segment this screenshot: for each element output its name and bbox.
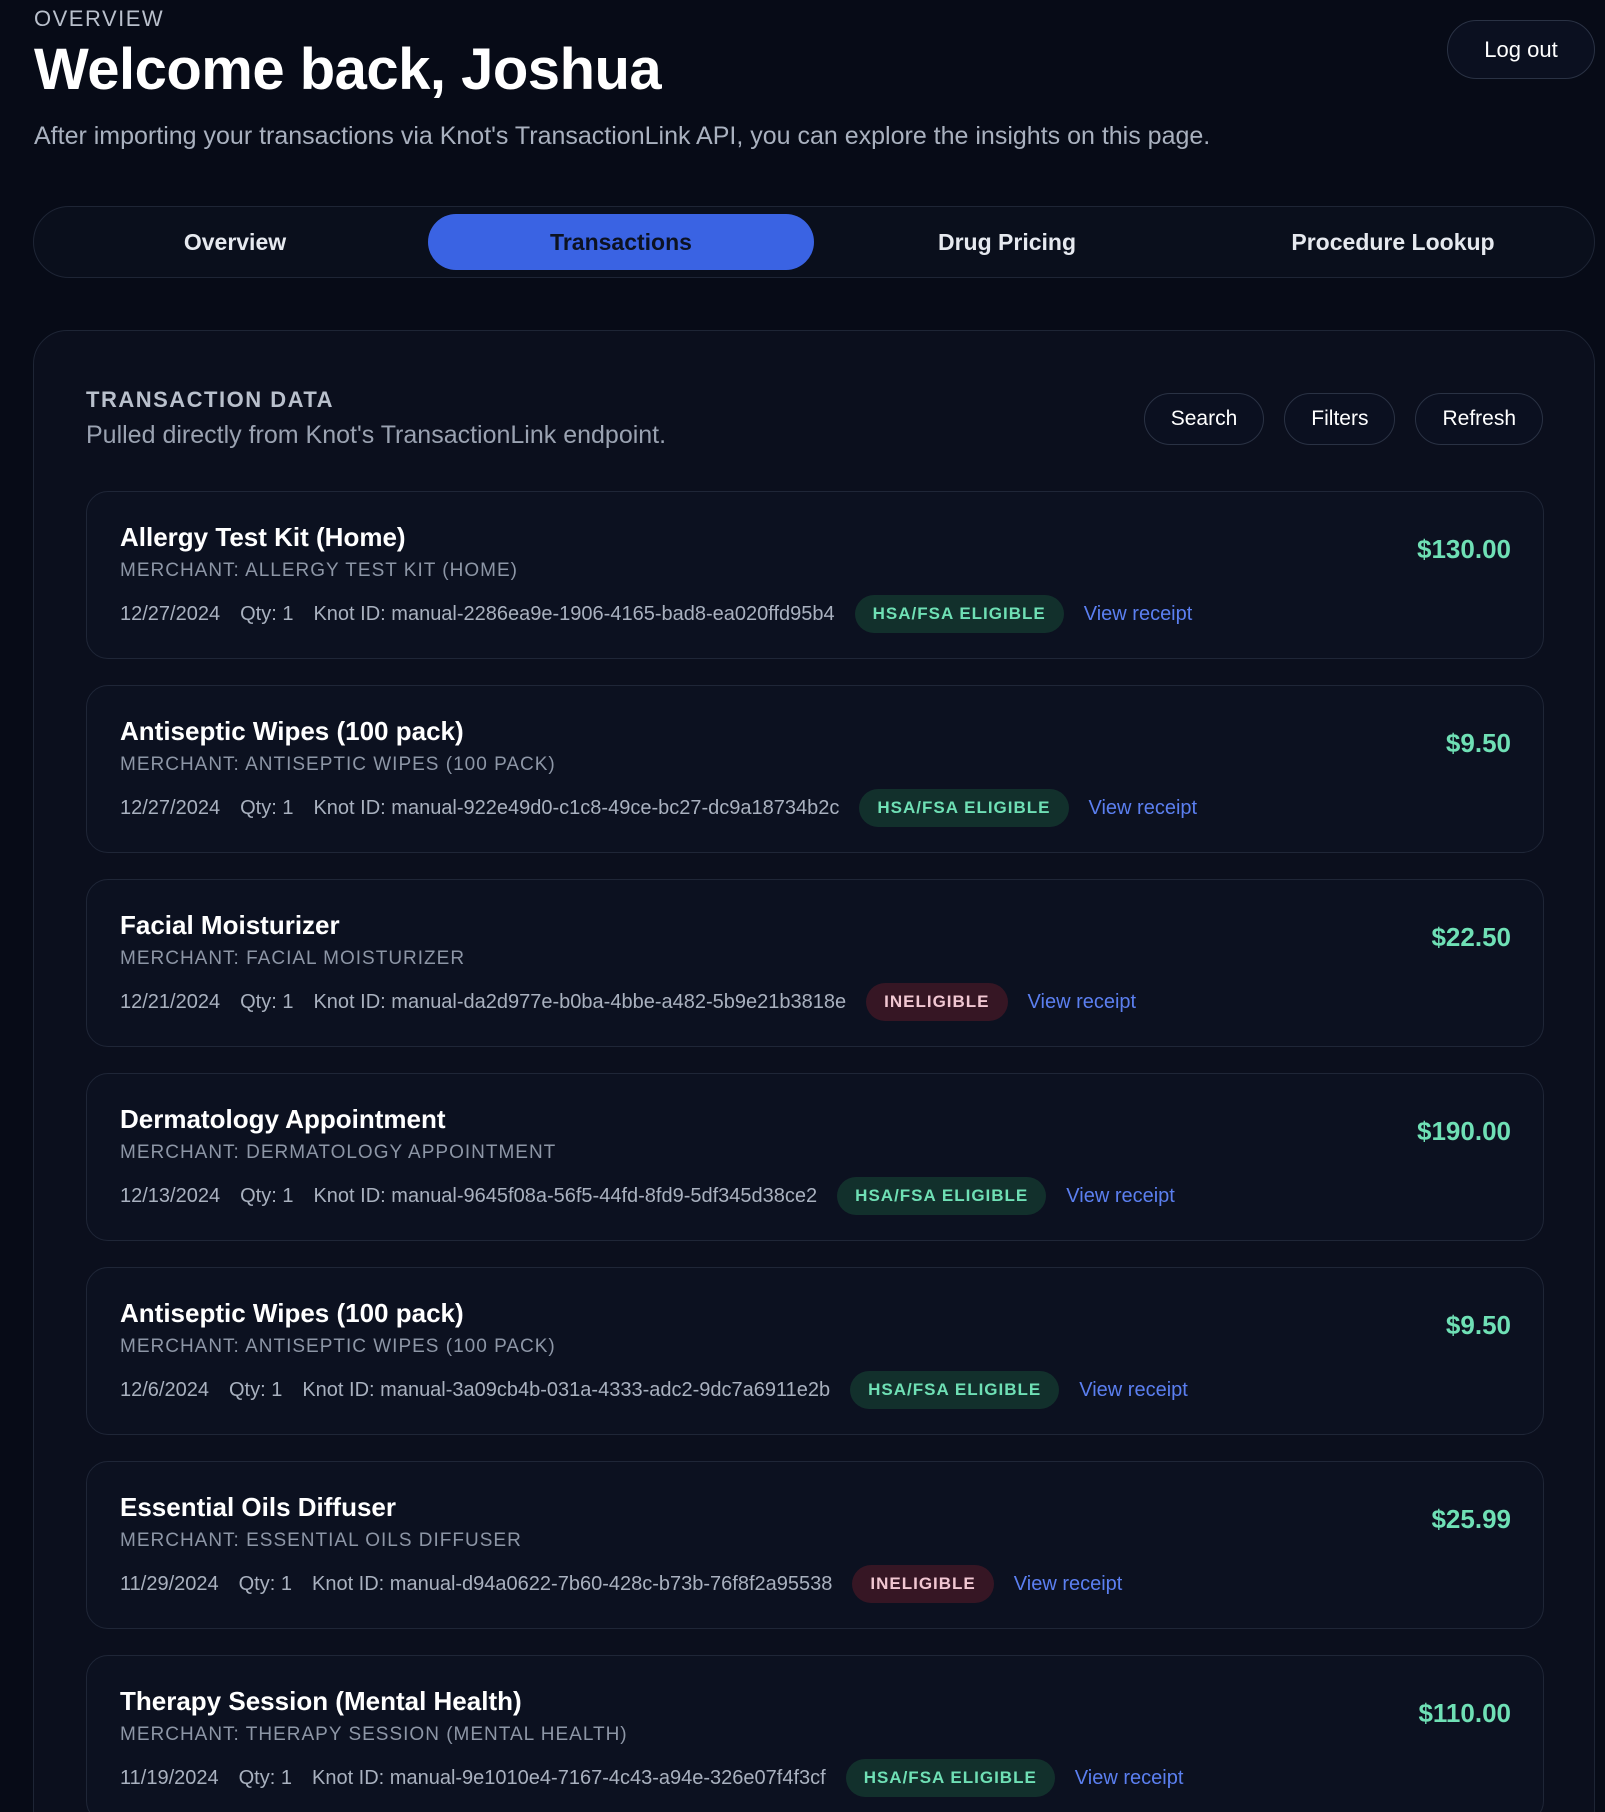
transaction-name: Therapy Session (Mental Health) [120, 1686, 522, 1716]
transaction-card: Antiseptic Wipes (100 pack) MERCHANT: AN… [86, 685, 1544, 853]
transaction-meta: 12/27/2024 Qty: 1 Knot ID: manual-2286ea… [120, 595, 1192, 633]
tab-transactions[interactable]: Transactions [428, 214, 814, 270]
transaction-merchant: MERCHANT: THERAPY SESSION (MENTAL HEALTH… [120, 1724, 628, 1745]
transaction-amount: $190.00 [1417, 1116, 1511, 1146]
transaction-qty: Qty: 1 [240, 602, 294, 625]
transaction-card: Allergy Test Kit (Home) MERCHANT: ALLERG… [86, 491, 1544, 659]
view-receipt-link[interactable]: View receipt [1028, 991, 1137, 1014]
page-eyebrow: OVERVIEW [34, 6, 165, 31]
transaction-merchant: MERCHANT: ANTISEPTIC WIPES (100 PACK) [120, 754, 556, 775]
transaction-meta: 11/29/2024 Qty: 1 Knot ID: manual-d94a06… [120, 1565, 1122, 1603]
page-title: Welcome back, Joshua [34, 37, 662, 102]
transaction-date: 11/19/2024 [120, 1766, 219, 1789]
transaction-knot-id: Knot ID: manual-da2d977e-b0ba-4bbe-a482-… [313, 990, 847, 1013]
transaction-date: 12/27/2024 [120, 796, 221, 819]
transaction-card: Antiseptic Wipes (100 pack) MERCHANT: AN… [86, 1267, 1544, 1435]
transaction-knot-id: Knot ID: manual-2286ea9e-1906-4165-bad8-… [313, 602, 835, 625]
tab-bar: Overview Transactions Drug Pricing Proce… [33, 206, 1595, 278]
transaction-qty: Qty: 1 [228, 1378, 283, 1401]
status-badge: INELIGIBLE [866, 983, 1008, 1021]
transaction-meta: 12/6/2024 Qty: 1 Knot ID: manual-3a09cb4… [120, 1371, 1188, 1409]
view-receipt-link[interactable]: View receipt [1014, 1573, 1123, 1596]
logout-button[interactable]: Log out [1447, 20, 1595, 79]
refresh-button[interactable]: Refresh [1415, 393, 1543, 445]
tab-procedure-lookup[interactable]: Procedure Lookup [1200, 214, 1586, 270]
status-badge: HSA/FSA ELIGIBLE [837, 1177, 1047, 1215]
status-badge: INELIGIBLE [852, 1565, 994, 1603]
transaction-date: 12/27/2024 [120, 602, 221, 625]
transaction-knot-id: Knot ID: manual-922e49d0-c1c8-49ce-bc27-… [313, 796, 840, 819]
transaction-merchant: MERCHANT: DERMATOLOGY APPOINTMENT [120, 1142, 557, 1163]
transaction-merchant: MERCHANT: ANTISEPTIC WIPES (100 PACK) [120, 1336, 556, 1357]
transaction-date: 12/6/2024 [120, 1378, 209, 1401]
transaction-knot-id: Knot ID: manual-d94a0622-7b60-428c-b73b-… [311, 1572, 833, 1595]
transaction-name: Allergy Test Kit (Home) [120, 522, 406, 552]
filters-button[interactable]: Filters [1284, 393, 1396, 445]
tab-overview[interactable]: Overview [42, 214, 428, 270]
transaction-merchant: MERCHANT: ALLERGY TEST KIT (HOME) [120, 560, 518, 581]
status-badge: HSA/FSA ELIGIBLE [854, 595, 1064, 633]
panel-label: TRANSACTION DATA [86, 387, 335, 412]
transaction-amount: $25.99 [1431, 1504, 1511, 1534]
view-receipt-link[interactable]: View receipt [1075, 1767, 1184, 1790]
transaction-amount: $22.50 [1431, 922, 1511, 952]
view-receipt-link[interactable]: View receipt [1079, 1379, 1188, 1402]
transaction-amount: $130.00 [1417, 534, 1511, 564]
status-badge: HSA/FSA ELIGIBLE [859, 789, 1069, 827]
transaction-qty: Qty: 1 [238, 1572, 292, 1595]
transaction-merchant: MERCHANT: FACIAL MOISTURIZER [120, 948, 466, 969]
transaction-meta: 12/21/2024 Qty: 1 Knot ID: manual-da2d97… [120, 983, 1136, 1021]
transaction-knot-id: Knot ID: manual-3a09cb4b-031a-4333-adc2-… [302, 1378, 831, 1401]
transaction-qty: Qty: 1 [240, 990, 294, 1013]
transactions-page: OVERVIEW Welcome back, Joshua After impo… [0, 0, 1605, 1812]
transaction-date: 12/13/2024 [120, 1184, 221, 1207]
page-subtitle: After importing your transactions via Kn… [34, 122, 1211, 150]
panel-actions: Search Filters Refresh [1143, 393, 1543, 445]
transaction-meta: 12/13/2024 Qty: 1 Knot ID: manual-9645f0… [120, 1177, 1175, 1215]
transaction-qty: Qty: 1 [240, 796, 294, 819]
transaction-amount: $9.50 [1445, 1310, 1511, 1340]
transaction-name: Essential Oils Diffuser [120, 1492, 396, 1522]
transaction-qty: Qty: 1 [240, 1184, 294, 1207]
status-badge: HSA/FSA ELIGIBLE [850, 1371, 1060, 1409]
transaction-name: Facial Moisturizer [120, 910, 340, 940]
transaction-card: Facial Moisturizer MERCHANT: FACIAL MOIS… [86, 879, 1544, 1047]
transaction-amount: $110.00 [1418, 1698, 1511, 1728]
panel-subtitle: Pulled directly from Knot's TransactionL… [86, 421, 667, 449]
transaction-meta: 11/19/2024 Qty: 1 Knot ID: manual-9e1010… [120, 1759, 1183, 1797]
transaction-date: 12/21/2024 [120, 990, 221, 1013]
transaction-date: 11/29/2024 [120, 1572, 219, 1595]
transaction-card: Essential Oils Diffuser MERCHANT: ESSENT… [86, 1461, 1544, 1629]
transaction-name: Antiseptic Wipes (100 pack) [120, 716, 464, 746]
transaction-knot-id: Knot ID: manual-9e1010e4-7167-4c43-a94e-… [311, 1766, 826, 1789]
transaction-name: Antiseptic Wipes (100 pack) [120, 1298, 464, 1328]
transaction-panel: TRANSACTION DATA Pulled directly from Kn… [33, 330, 1595, 1812]
tab-drug-pricing[interactable]: Drug Pricing [814, 214, 1200, 270]
transaction-meta: 12/27/2024 Qty: 1 Knot ID: manual-922e49… [120, 789, 1197, 827]
view-receipt-link[interactable]: View receipt [1084, 603, 1193, 626]
search-button[interactable]: Search [1143, 393, 1265, 445]
transaction-knot-id: Knot ID: manual-9645f08a-56f5-44fd-8fd9-… [313, 1184, 818, 1207]
view-receipt-link[interactable]: View receipt [1066, 1185, 1175, 1208]
status-badge: HSA/FSA ELIGIBLE [845, 1759, 1055, 1797]
transaction-card: Therapy Session (Mental Health) MERCHANT… [86, 1655, 1544, 1812]
transaction-card: Dermatology Appointment MERCHANT: DERMAT… [86, 1073, 1544, 1241]
transaction-amount: $9.50 [1445, 728, 1511, 758]
transaction-qty: Qty: 1 [238, 1766, 292, 1789]
view-receipt-link[interactable]: View receipt [1089, 797, 1198, 820]
transaction-name: Dermatology Appointment [120, 1104, 446, 1134]
transaction-merchant: MERCHANT: ESSENTIAL OILS DIFFUSER [120, 1530, 522, 1551]
transaction-list: Allergy Test Kit (Home) MERCHANT: ALLERG… [86, 491, 1544, 1812]
